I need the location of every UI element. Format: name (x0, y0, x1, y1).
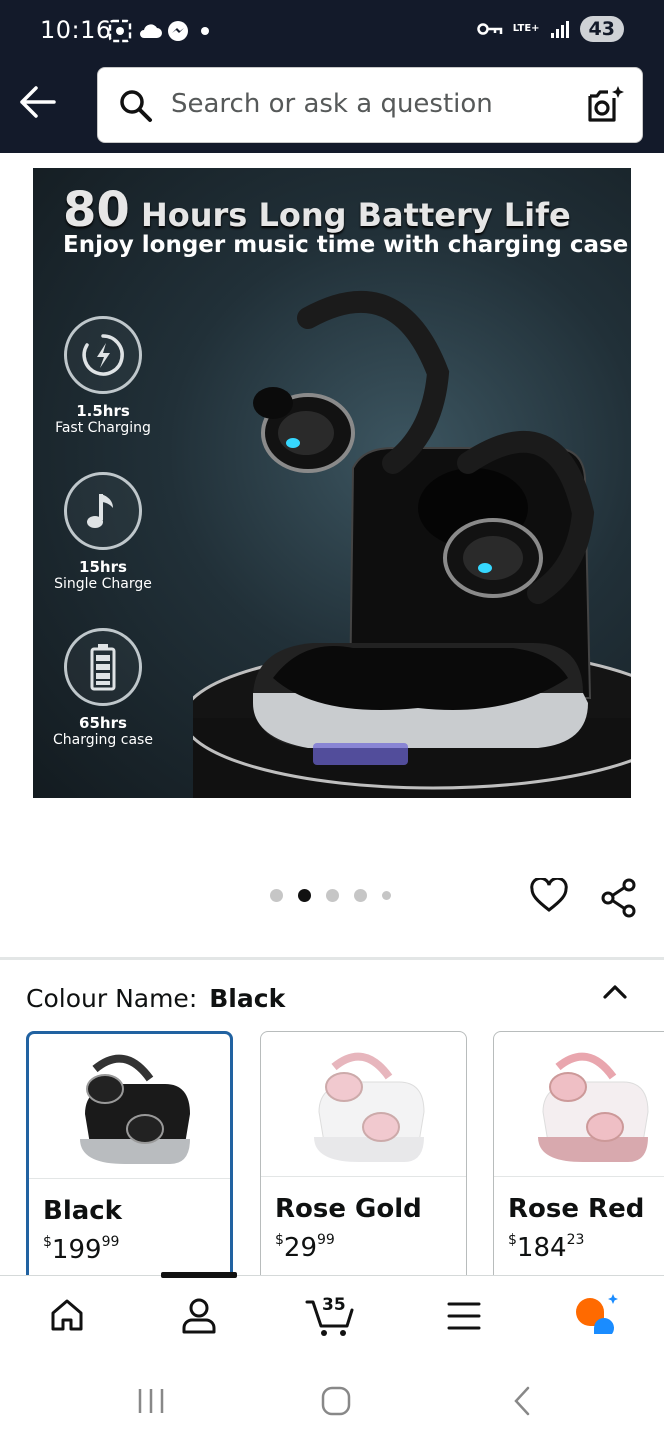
cart-count: 35 (322, 1295, 346, 1315)
feature-single-charge: 15hrs Single Charge (53, 472, 153, 592)
swatch-price: $2999 (275, 1232, 335, 1263)
earbuds-black-thumbnail (79, 1054, 190, 1164)
network-type: LTE+ (512, 23, 540, 34)
hero-subheadline: Enjoy longer music time with charging ca… (63, 232, 629, 258)
carousel-dot[interactable] (270, 889, 283, 902)
ai-assistant-icon[interactable] (572, 1294, 624, 1338)
messenger-icon (168, 21, 188, 41)
feature-charging-case: 65hrs Charging case (53, 628, 153, 748)
vpn-key-icon (477, 23, 503, 35)
carousel-dot[interactable] (326, 889, 339, 902)
status-right: LTE+ 43 (477, 16, 624, 42)
swatch-name: Black (43, 1196, 122, 1226)
camera-search-icon[interactable] (586, 84, 626, 126)
swatch-image (29, 1034, 230, 1179)
earbuds-rose-red-thumbnail (538, 1052, 649, 1162)
swatch-price: $19999 (43, 1234, 120, 1265)
wishlist-heart-icon[interactable] (530, 878, 568, 914)
fast-charge-icon (82, 334, 124, 376)
swatch-image (261, 1032, 466, 1177)
swatch-price: $18423 (508, 1232, 585, 1263)
colour-option-rose-red[interactable]: Rose Red $18423 (493, 1031, 664, 1291)
active-tab-indicator (161, 1272, 237, 1278)
music-note-icon (87, 494, 113, 528)
bottom-navigation (0, 1272, 664, 1365)
swatch-name: Rose Gold (275, 1194, 422, 1224)
product-image[interactable]: 80 Hours Long Battery Life Enjoy longer … (33, 168, 631, 798)
chevron-up-icon[interactable] (601, 983, 629, 1001)
carousel-dot-active[interactable] (298, 889, 311, 902)
carousel-dot[interactable] (354, 889, 367, 902)
app-header: 10:16 LTE+ 43 Search or ask a question (0, 0, 664, 153)
search-bar[interactable]: Search or ask a question (97, 67, 643, 143)
colour-name-label: Colour Name: Black (26, 984, 286, 1013)
recent-apps-icon[interactable] (136, 1387, 166, 1415)
swatch-image (494, 1032, 664, 1177)
earbuds-rose-gold-thumbnail (313, 1052, 425, 1162)
status-time: 10:16 (40, 16, 112, 44)
system-navigation-bar (0, 1365, 664, 1440)
status-bar: 10:16 LTE+ 43 (0, 0, 664, 64)
feature-fast-charging: 1.5hrs Fast Charging (53, 316, 153, 436)
battery-full-icon (90, 644, 116, 691)
colour-option-black[interactable]: Black $19999 (26, 1031, 233, 1291)
colour-option-rose-gold[interactable]: Rose Gold $2999 (260, 1031, 467, 1291)
search-input[interactable]: Search or ask a question (171, 89, 493, 119)
search-icon[interactable] (118, 88, 154, 124)
back-arrow-icon[interactable] (18, 84, 58, 120)
screenshot-icon (108, 19, 132, 43)
system-back-icon[interactable] (510, 1385, 534, 1417)
section-divider (0, 957, 664, 960)
hero-headline: 80 Hours Long Battery Life (63, 182, 571, 238)
carousel-dot[interactable] (382, 891, 391, 900)
earbuds-product-illustration (193, 291, 631, 798)
cloud-icon (140, 24, 162, 38)
signal-icon (550, 21, 569, 38)
swatch-name: Rose Red (508, 1194, 645, 1224)
share-icon[interactable] (600, 878, 638, 918)
selected-colour: Black (209, 984, 286, 1013)
battery-level: 43 (579, 16, 624, 42)
account-icon[interactable] (180, 1296, 218, 1336)
home-icon[interactable] (48, 1296, 86, 1334)
home-button-icon[interactable] (320, 1385, 352, 1417)
image-carousel-dots[interactable] (270, 889, 391, 902)
notification-dot-icon (201, 27, 209, 35)
menu-icon[interactable] (446, 1300, 482, 1332)
